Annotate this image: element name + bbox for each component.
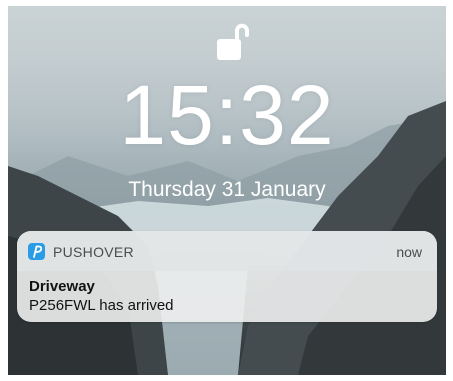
lock-screen: 15:32 Thursday 31 January PUSHOVER now D… (8, 6, 446, 375)
pushover-logo-icon (28, 243, 45, 260)
notification-timestamp: now (396, 244, 422, 260)
lock-screen-time: 15:32 (119, 68, 335, 162)
notification-app-name: PUSHOVER (53, 244, 134, 260)
notification-title: Driveway (29, 278, 95, 295)
notification-body: P256FWL has arrived (29, 297, 174, 314)
lock-screen-date: Thursday 31 January (128, 178, 326, 201)
unlocked-padlock-icon (217, 23, 249, 60)
notification-header: PUSHOVER now (17, 231, 437, 271)
notification-card[interactable]: PUSHOVER now Driveway P256FWL has arrive… (17, 231, 437, 322)
